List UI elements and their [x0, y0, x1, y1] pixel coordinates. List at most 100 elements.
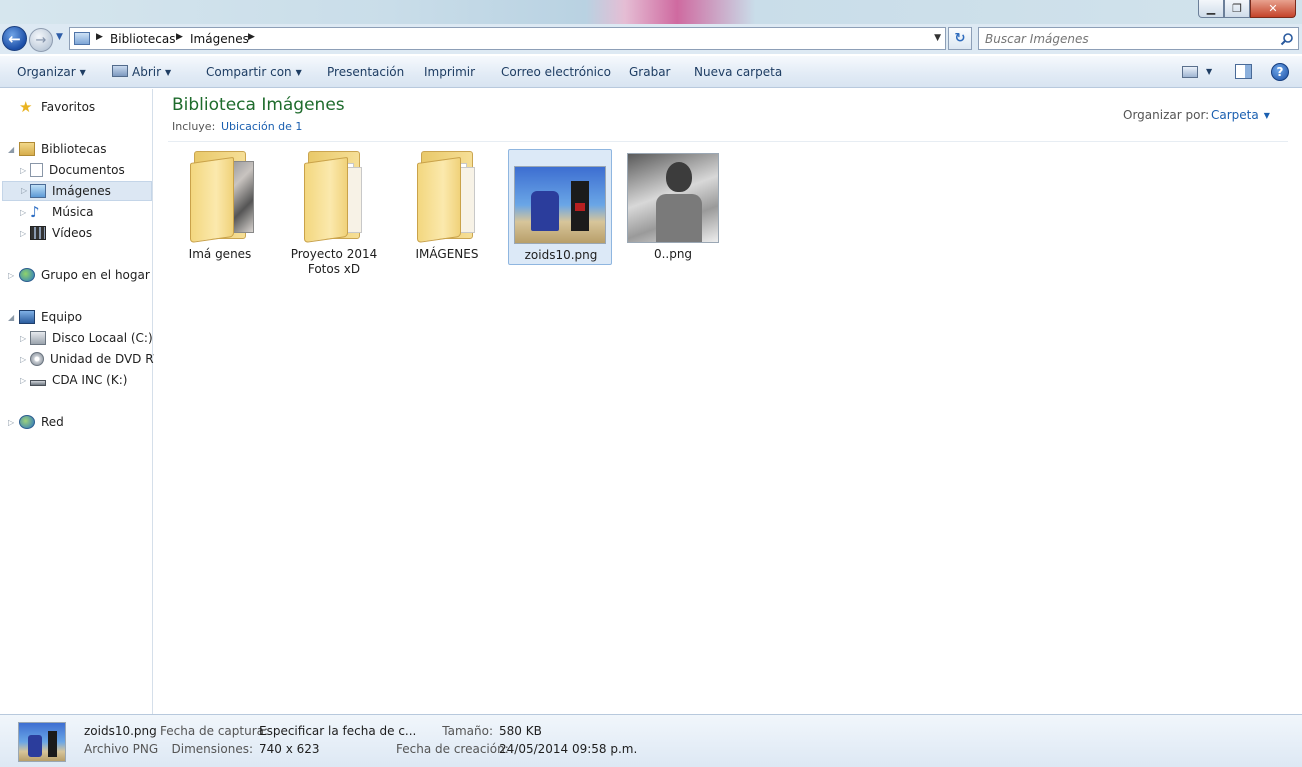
change-view-icon[interactable] [1182, 66, 1198, 78]
navigation-pane: ★ Favoritos ◢ Bibliotecas ▷ Documentos ▷… [0, 89, 165, 714]
organize-menu[interactable]: Organizar ▼ [17, 65, 86, 79]
zoids-image-thumbnail [514, 166, 606, 244]
dvd-disc-icon [30, 352, 44, 366]
sidebar-item-computer[interactable]: Equipo [19, 307, 82, 327]
breadcrumb-separator-icon[interactable]: ▶ [248, 32, 255, 42]
folder-front [304, 156, 348, 243]
sidebar-item-favorites[interactable]: ★ Favoritos [19, 97, 95, 117]
folder-item[interactable]: Imá genes [168, 149, 272, 265]
expand-arrow-icon[interactable]: ▷ [20, 208, 26, 217]
view-options-chevron-icon[interactable]: ▼ [1206, 67, 1212, 76]
search-icon[interactable] [1280, 32, 1294, 46]
restore-button[interactable]: ❐ [1224, 0, 1250, 18]
sidebar-item-libraries[interactable]: Bibliotecas [19, 139, 106, 159]
expand-arrow-icon[interactable]: ▷ [20, 355, 26, 364]
selected-file-thumbnail [18, 722, 66, 762]
expand-arrow-icon[interactable]: ▷ [20, 376, 26, 385]
robot-figure [531, 191, 559, 231]
expand-arrow-icon[interactable]: ▷ [8, 418, 14, 427]
refresh-button[interactable]: ↻ [948, 27, 972, 50]
sidebar-item-label: Música [52, 205, 94, 219]
dimensions-value: 740 x 623 [259, 742, 320, 756]
breadcrumb-imagenes[interactable]: Imágenes [190, 32, 249, 46]
window-controls: ▁ ❐ ✕ [1198, 0, 1296, 18]
sidebar-item-pictures[interactable]: ▷ Imágenes [2, 181, 152, 201]
libraries-icon [19, 142, 35, 156]
collapse-arrow-icon[interactable]: ◢ [8, 145, 14, 154]
breadcrumb-bibliotecas[interactable]: Bibliotecas [110, 32, 175, 46]
face-shape [666, 162, 692, 192]
expand-arrow-icon[interactable]: ▷ [20, 229, 26, 238]
sidebar-item-homegroup[interactable]: Grupo en el hogar [19, 265, 150, 285]
image-item[interactable]: 0..png [621, 149, 725, 265]
sidebar-item-music[interactable]: ♪ Música [30, 202, 94, 222]
capture-date-value[interactable]: Especificar la fecha de c... [259, 724, 416, 738]
sidebar-item-label: Imágenes [52, 184, 111, 198]
expand-arrow-icon[interactable]: ▷ [20, 166, 26, 175]
close-button[interactable]: ✕ [1250, 0, 1296, 18]
folder-item[interactable]: IMÁGENES [395, 149, 499, 265]
print-button[interactable]: Imprimir [424, 65, 475, 79]
new-folder-button[interactable]: Nueva carpeta [694, 65, 782, 79]
expand-arrow-icon[interactable]: ▷ [8, 271, 14, 280]
recent-pages-dropdown[interactable]: ▼ [56, 32, 63, 42]
capture-date-label: Fecha de captura: [160, 724, 269, 738]
homegroup-icon [19, 268, 35, 282]
close-icon: ✕ [1268, 2, 1278, 15]
email-button[interactable]: Correo electrónico [501, 65, 611, 79]
library-pictures-icon [74, 32, 90, 45]
folder-front [417, 156, 461, 243]
folder-icon [417, 151, 487, 243]
folder-icon [304, 151, 374, 243]
robot-figure [28, 735, 42, 757]
sidebar-item-removable-drive[interactable]: CDA INC (K:) [30, 370, 127, 390]
expand-arrow-icon[interactable]: ▷ [21, 186, 27, 195]
breadcrumb-separator-icon[interactable]: ▶ [96, 32, 103, 42]
burn-button[interactable]: Grabar [629, 65, 671, 79]
sidebar-item-videos[interactable]: Vídeos [30, 223, 92, 243]
back-button[interactable]: ← [2, 26, 27, 51]
minimize-button[interactable]: ▁ [1198, 0, 1224, 18]
open-button[interactable]: Abrir ▼ [112, 65, 171, 79]
chevron-down-icon: ▼ [1263, 111, 1270, 120]
sidebar-item-label: Vídeos [52, 226, 93, 240]
includes-locations-link[interactable]: Ubicación de 1 [221, 120, 302, 133]
collapse-arrow-icon[interactable]: ◢ [8, 313, 14, 322]
folder-item[interactable]: Proyecto 2014 Fotos xD [282, 149, 386, 276]
breadcrumb-separator-icon[interactable]: ▶ [176, 32, 183, 42]
sidebar-item-dvd-drive[interactable]: Unidad de DVD RW [30, 349, 165, 369]
portrait-image-thumbnail [627, 153, 719, 243]
sidebar-item-label: Red [41, 415, 64, 429]
size-label: Tamaño: [442, 724, 493, 738]
documents-icon [30, 163, 43, 177]
sidebar-item-label: Unidad de DVD RW [50, 352, 165, 366]
forward-button[interactable]: → [29, 28, 53, 52]
share-menu[interactable]: Compartir con ▼ [206, 65, 302, 79]
help-icon[interactable]: ? [1271, 63, 1289, 81]
sidebar-item-label: CDA INC (K:) [52, 373, 128, 387]
arrange-by-dropdown[interactable]: Carpeta ▼ [1211, 108, 1270, 122]
sidebar-item-label: Disco Locaal (C:) [52, 331, 153, 345]
search-input[interactable] [985, 31, 1265, 47]
sidebar-item-label: Grupo en el hogar [41, 268, 150, 282]
slideshow-button[interactable]: Presentación [327, 65, 404, 79]
sidebar-item-documents[interactable]: Documentos [30, 160, 125, 180]
sidebar-item-network[interactable]: Red [19, 412, 64, 432]
sidebar-item-local-disk[interactable]: Disco Locaal (C:) [30, 328, 153, 348]
address-row: ← → ▼ ▶ Bibliotecas ▶ Imágenes ▶ ▼ ↻ [0, 24, 1302, 54]
address-bar[interactable]: ▶ Bibliotecas ▶ Imágenes ▶ ▼ [69, 27, 946, 50]
restore-icon: ❐ [1232, 2, 1242, 15]
preview-pane-icon[interactable] [1235, 64, 1252, 79]
chevron-down-icon: ▼ [295, 68, 302, 77]
image-item-selected[interactable]: zoids10.png [508, 149, 612, 265]
organize-label: Organizar [17, 65, 76, 79]
library-title: Biblioteca Imágenes [172, 95, 345, 115]
open-label: Abrir [132, 65, 162, 79]
created-date-value: 24/05/2014 09:58 p.m. [499, 742, 638, 756]
hard-drive-icon [30, 331, 46, 345]
chevron-down-icon: ▼ [165, 68, 172, 77]
item-label: Proyecto 2014 Fotos xD [290, 247, 378, 276]
address-dropdown-icon[interactable]: ▼ [934, 33, 941, 43]
search-box[interactable] [978, 27, 1299, 50]
expand-arrow-icon[interactable]: ▷ [20, 334, 26, 343]
